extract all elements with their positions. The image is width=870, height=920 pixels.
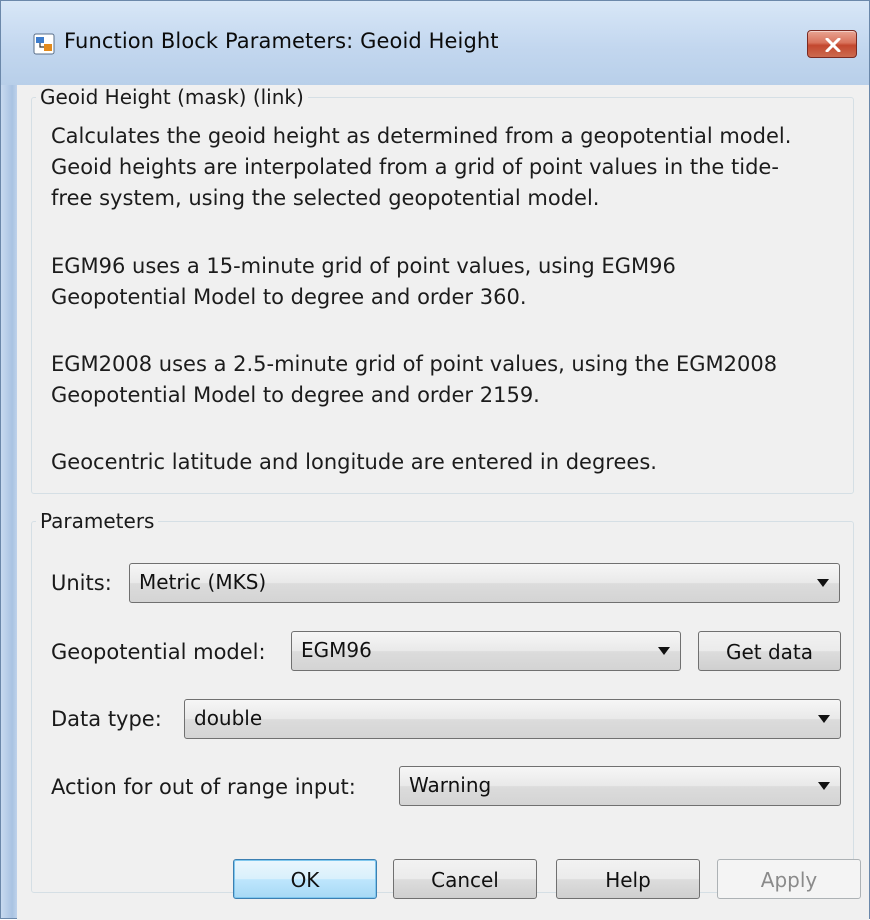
action-out-of-range-value: Warning [409, 773, 492, 797]
action-out-of-range-dropdown[interactable]: Warning [399, 766, 841, 806]
window-title: Function Block Parameters: Geoid Height [64, 29, 499, 53]
chevron-down-icon [658, 647, 670, 655]
chevron-down-icon [817, 579, 829, 587]
description-text: Geocentric latitude and longitude are en… [51, 447, 851, 478]
description-text: EGM96 uses a 15-minute grid of point val… [51, 251, 851, 313]
units-label: Units: [51, 571, 112, 595]
action-out-of-range-label: Action for out of range input: [51, 775, 356, 799]
data-type-dropdown[interactable]: double [184, 699, 841, 739]
geopotential-model-value: EGM96 [301, 638, 372, 662]
close-button[interactable] [807, 30, 857, 58]
get-data-button[interactable]: Get data [698, 631, 841, 671]
dialog-window: Function Block Parameters: Geoid Height … [0, 0, 870, 920]
geopotential-model-label: Geopotential model: [51, 640, 266, 664]
description-line: Geopotential Model to degree and order 3… [51, 285, 527, 309]
description-line: EGM96 uses a 15-minute grid of point val… [51, 254, 676, 278]
chevron-down-icon [818, 782, 830, 790]
geopotential-model-dropdown[interactable]: EGM96 [291, 631, 681, 671]
description-line: Geocentric latitude and longitude are en… [51, 450, 657, 474]
description-line: EGM2008 uses a 2.5-minute grid of point … [51, 352, 778, 376]
cancel-button[interactable]: Cancel [393, 859, 537, 899]
apply-button[interactable]: Apply [717, 859, 861, 899]
chevron-down-icon [818, 715, 830, 723]
help-button[interactable]: Help [556, 859, 700, 899]
dialog-body: Geoid Height (mask) (link) Calculates th… [17, 85, 869, 920]
data-type-label: Data type: [51, 707, 162, 731]
ok-button[interactable]: OK [233, 859, 377, 899]
simulink-block-icon [33, 33, 55, 55]
description-line: Geopotential Model to degree and order 2… [51, 383, 540, 407]
description-legend: Geoid Height (mask) (link) [36, 85, 308, 109]
description-line: free system, using the selected geopoten… [51, 186, 600, 210]
units-value: Metric (MKS) [139, 570, 267, 594]
description-text: EGM2008 uses a 2.5-minute grid of point … [51, 349, 851, 411]
close-icon [825, 38, 841, 52]
units-dropdown[interactable]: Metric (MKS) [129, 563, 840, 603]
data-type-value: double [194, 706, 263, 730]
description-line: Geoid heights are interpolated from a gr… [51, 155, 779, 179]
description-text: Calculates the geoid height as determine… [51, 121, 851, 214]
parameters-legend: Parameters [36, 509, 159, 533]
description-line: Calculates the geoid height as determine… [51, 124, 792, 148]
title-bar[interactable]: Function Block Parameters: Geoid Height [1, 1, 869, 85]
